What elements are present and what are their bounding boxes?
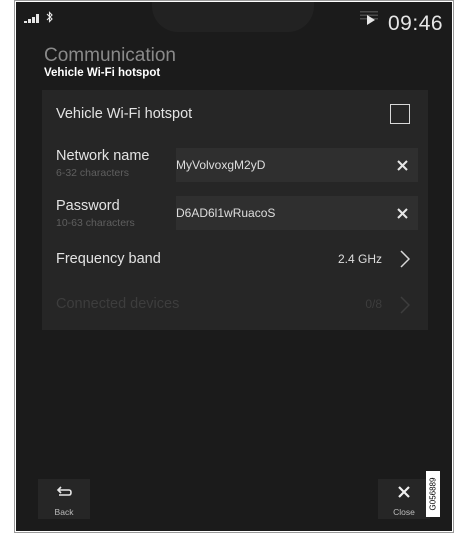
page-title: Communication [44, 45, 176, 66]
password-field[interactable] [176, 196, 418, 230]
password-input[interactable] [176, 196, 376, 230]
frequency-band-value: 2.4 GHz [337, 252, 382, 266]
top-tab[interactable] [152, 2, 378, 32]
back-label: Back [54, 507, 74, 517]
bluetooth-icon [46, 11, 53, 23]
network-name-row: Network name 6-32 characters [42, 142, 428, 190]
chevron-right-icon [400, 296, 410, 314]
network-name-label: Network name [56, 148, 150, 164]
page-subtitle: Vehicle Wi-Fi hotspot [44, 67, 161, 79]
network-name-field[interactable] [176, 148, 418, 182]
hotspot-checkbox[interactable] [390, 104, 410, 124]
hotspot-row[interactable]: Vehicle Wi-Fi hotspot [42, 90, 428, 140]
connected-devices-value: 0/8 [365, 297, 382, 311]
close-button[interactable]: Close [378, 479, 430, 519]
center-display: 09:46 Communication Vehicle Wi-Fi hotspo… [16, 2, 452, 531]
play-icon [367, 15, 375, 25]
frequency-band-row[interactable]: Frequency band 2.4 GHz [42, 240, 428, 280]
connected-devices-row: Connected devices 0/8 [42, 286, 428, 324]
network-name-input[interactable] [176, 148, 376, 182]
back-button[interactable]: Back [38, 479, 90, 519]
frequency-band-label: Frequency band [56, 251, 161, 267]
connected-devices-label: Connected devices [56, 296, 180, 312]
password-hint: 10-63 characters [56, 217, 135, 229]
back-arrow-icon [56, 486, 72, 496]
close-icon [398, 486, 410, 498]
network-name-hint: 6-32 characters [56, 167, 129, 179]
hotspot-label: Vehicle Wi-Fi hotspot [56, 106, 193, 122]
close-label: Close [393, 507, 415, 517]
password-label: Password [56, 198, 120, 214]
chevron-right-icon [400, 250, 410, 268]
status-bar: 09:46 [16, 2, 452, 40]
settings-list: Vehicle Wi-Fi hotspot Network name 6-32 … [42, 90, 428, 330]
signal-icon [24, 14, 39, 23]
figure-id-text: G056889 [428, 477, 438, 511]
figure-id: G056889 [426, 471, 440, 517]
clock: 09:46 [388, 12, 444, 35]
clear-password-icon[interactable] [397, 208, 408, 219]
clear-network-name-icon[interactable] [397, 160, 408, 171]
password-row: Password 10-63 characters [42, 192, 428, 240]
